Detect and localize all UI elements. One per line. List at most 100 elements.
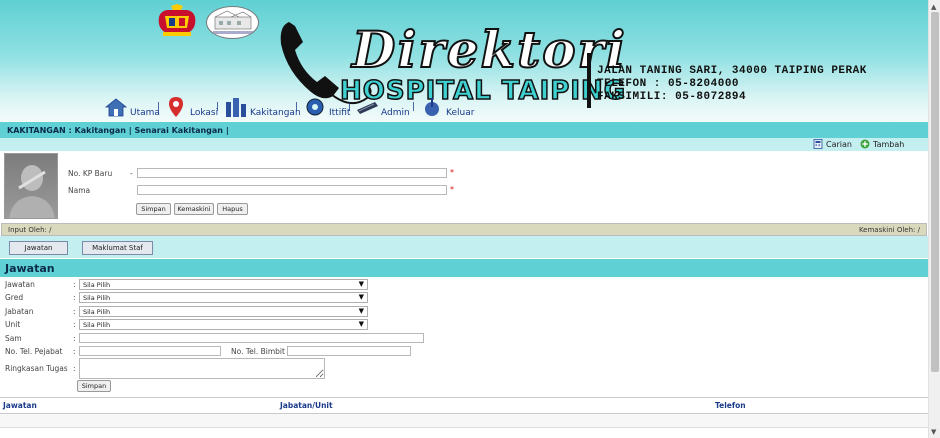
search-label: Carian [826,139,852,149]
nav-separator: | [295,102,299,112]
toolbar: Carian Tambah [0,138,928,154]
hospital-contact: JALAN TANING SARI, 34000 TAIPING PERAK T… [597,65,867,104]
scroll-up-arrow-icon[interactable]: ▲ [931,3,936,11]
save-jawatan-button[interactable]: Simpan [77,380,111,392]
header-banner: Direktori HOSPITAL TAIPING JALAN TANING … [0,0,928,122]
sam-input[interactable] [79,333,424,343]
hospital-logo [206,6,259,39]
tel-pejabat-input[interactable] [79,346,221,356]
nama-input[interactable] [137,185,447,195]
search-button[interactable]: Carian [813,139,852,149]
jawatan-label: Jawatan [5,280,35,289]
kp-input[interactable] [137,168,447,178]
column-header-jawatan: Jawatan [3,401,37,410]
vertical-scrollbar[interactable]: ▲ ▼ [928,0,940,438]
breadcrumb-separator: | [128,126,132,135]
nav-separator: | [216,102,220,112]
jawatan-select[interactable]: Sila Pilih ▼ [79,279,368,290]
audit-bar: Input Oleh: / Kemaskini Oleh: / [1,223,927,236]
nav-keluar[interactable]: Keluar [420,96,474,118]
unit-label: Unit [5,320,21,329]
nav-label: Admin [381,108,410,118]
nav-separator: | [412,102,416,112]
people-icon [226,98,246,117]
sam-label: Sam [5,334,22,343]
tab-jawatan[interactable]: Jawatan [9,241,68,255]
column-header-jabatan-unit: Jabatan/Unit [280,401,333,410]
colon: : [73,320,76,329]
kp-label: No. KP Baru [68,169,113,178]
gred-select-value: Sila Pilih [83,294,111,302]
nav-separator: | [348,102,352,112]
breadcrumb-prefix: KAKITANGAN : [7,126,72,135]
ringkasan-label: Ringkasan Tugas [5,364,68,373]
breadcrumb: KAKITANGAN : Kakitangan | Senarai Kakita… [0,122,928,138]
tel-bimbit-label: No. Tel. Bimbit [231,347,285,356]
jabatan-select[interactable]: Sila Pilih ▼ [79,306,368,317]
jawatan-select-value: Sila Pilih [83,281,111,289]
column-header-telefon: Telefon [715,401,746,410]
colon: : [73,307,76,316]
keyboard-icon [357,102,378,114]
colon: : [73,347,76,356]
gred-select[interactable]: Sila Pilih ▼ [79,292,368,303]
map-pin-icon [169,97,183,117]
table-row [0,414,928,428]
phone-text: TELEFON : 05-8204000 [597,78,740,90]
gear-icon [306,98,324,116]
dropdown-arrow-icon: ▼ [358,280,364,288]
colon: : [73,280,76,289]
nav-label: Kakitangan [250,108,301,118]
malaysia-crest-logo [158,4,196,36]
nav-admin[interactable]: Admin [355,96,410,118]
directory-title: Direktori [351,20,627,79]
kp-dash: - [130,169,133,178]
section-heading: Jawatan [0,259,928,277]
table-header: Jawatan Jabatan/Unit Telefon [0,397,928,414]
address-text: JALAN TANING SARI, 34000 TAIPING PERAK [597,65,867,77]
fax-text: FAKSIMILI: 05-8072894 [597,91,747,103]
unit-select-value: Sila Pilih [83,321,111,329]
calculator-icon [813,139,823,149]
nav-label: Lokasi [190,108,219,118]
nav-kakitangan[interactable]: Kakitangan [224,96,301,118]
dropdown-arrow-icon: ▼ [358,320,364,328]
updated-by-text: Kemaskini Oleh: / [858,226,920,234]
house-icon [104,98,128,117]
tab-maklumat-staf[interactable]: Maklumat Staf [82,241,153,255]
dropdown-arrow-icon: ▼ [358,293,364,301]
dropdown-arrow-icon: ▼ [358,307,364,315]
breadcrumb-link-senarai[interactable]: Senarai Kakitangan [134,126,223,135]
unit-select[interactable]: Sila Pilih ▼ [79,319,368,330]
scrollbar-thumb[interactable] [931,12,939,372]
gred-label: Gred [5,293,24,302]
jabatan-select-value: Sila Pilih [83,308,111,316]
nav-ittifit[interactable]: Ittifit [303,96,350,118]
nav-lokasi[interactable]: Lokasi [164,96,218,118]
delete-button[interactable]: Hapus [217,203,248,215]
tel-bimbit-input[interactable] [287,346,411,356]
staff-photo-placeholder [4,153,58,219]
required-mark: * [450,185,454,194]
colon: : [73,364,76,373]
nav-utama[interactable]: Utama [104,96,160,118]
colon: : [73,293,76,302]
plus-circle-icon [860,139,870,149]
tel-pejabat-label: No. Tel. Pejabat [5,347,63,356]
nav-label: Keluar [446,108,475,118]
nama-label: Nama [68,186,91,195]
input-by-text: Input Oleh: / [8,226,52,234]
breadcrumb-separator: | [225,126,229,135]
breadcrumb-link-kakitangan[interactable]: Kakitangan [75,126,126,135]
add-label: Tambah [873,139,905,149]
nav-label: Utama [130,108,160,118]
divider [587,53,591,108]
power-icon [425,98,439,116]
required-mark: * [450,168,454,177]
update-button[interactable]: Kemaskini [174,203,214,215]
ringkasan-textarea[interactable] [79,358,325,379]
save-button[interactable]: Simpan [136,203,171,215]
nav-separator: | [157,102,161,112]
add-button[interactable]: Tambah [860,139,904,149]
scroll-down-arrow-icon[interactable]: ▼ [931,428,936,436]
